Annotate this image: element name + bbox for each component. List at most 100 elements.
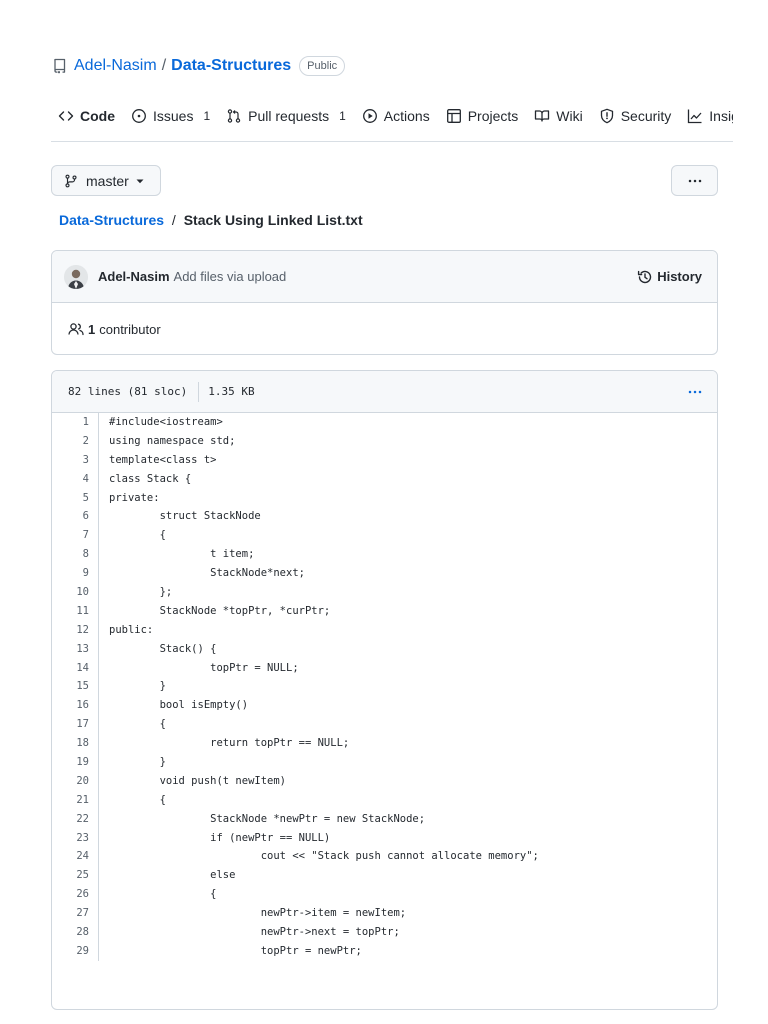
line-number[interactable]: 24	[52, 847, 99, 867]
line-number[interactable]: 21	[52, 790, 99, 810]
file-actions-button[interactable]	[687, 384, 703, 403]
line-number[interactable]: 9	[52, 564, 99, 584]
file-viewer: 82 lines (81 sloc) 1.35 KB 1 #include<ios…	[51, 370, 718, 1010]
user-avatar-icon	[64, 264, 88, 289]
code-line: 27 newPtr->item = newItem;	[52, 904, 717, 924]
commit-author-link[interactable]: Adel-Nasim	[98, 269, 170, 284]
line-number[interactable]: 20	[52, 771, 99, 791]
tab-issues-label: Issues	[153, 108, 194, 124]
tab-wiki[interactable]: Wiki	[526, 100, 590, 132]
line-number[interactable]: 27	[52, 904, 99, 924]
code-line: 29 topPtr = newPtr;	[52, 941, 717, 961]
line-number[interactable]: 25	[52, 866, 99, 886]
line-number[interactable]: 22	[52, 809, 99, 829]
code-line: 16 bool isEmpty()	[52, 696, 717, 716]
line-content: cout << "Stack push cannot allocate memo…	[109, 850, 539, 863]
branch-name: master	[86, 172, 129, 189]
graph-icon	[688, 109, 702, 124]
code-line: 15 }	[52, 677, 717, 697]
commit-message-link[interactable]: Add files via upload	[174, 269, 287, 284]
line-number[interactable]: 8	[52, 545, 99, 565]
line-number[interactable]: 28	[52, 923, 99, 942]
table-icon	[446, 109, 461, 123]
tab-pull-requests[interactable]: Pull requests 1	[218, 100, 354, 132]
repo-icon	[52, 58, 68, 74]
line-number[interactable]: 12	[52, 620, 99, 640]
author-avatar[interactable]	[64, 264, 88, 289]
history-label: History	[657, 269, 702, 284]
more-options-button[interactable]	[671, 165, 718, 196]
line-number[interactable]: 14	[52, 658, 99, 678]
line-content: if (newPtr == NULL)	[109, 831, 331, 844]
tab-actions[interactable]: Actions	[354, 100, 438, 132]
code-line: 13 Stack() {	[52, 639, 717, 659]
line-number[interactable]: 29	[52, 941, 99, 961]
issues-count: 1	[203, 109, 211, 123]
line-content: bool isEmpty()	[109, 699, 249, 712]
tab-wiki-label: Wiki	[556, 108, 583, 124]
breadcrumb-repo-link[interactable]: Data-Structures	[59, 212, 164, 228]
tab-insights-label: Insights	[709, 108, 733, 124]
tab-security-label: Security	[620, 108, 672, 124]
repo-nav: Code Issues 1 Pull requests 1 Actions Pr…	[51, 96, 733, 142]
line-content: StackNode *topPtr, *curPtr;	[109, 604, 331, 617]
line-content: else	[109, 869, 236, 882]
pull-requests-count: 1	[339, 109, 346, 123]
code-line: 28 newPtr->next = topPtr;	[52, 923, 717, 942]
line-number[interactable]: 2	[52, 431, 99, 451]
line-number[interactable]: 11	[52, 601, 99, 621]
branch-selector-button[interactable]: master	[51, 165, 161, 196]
tab-security[interactable]: Security	[591, 100, 680, 132]
tab-code[interactable]: Code	[51, 100, 123, 132]
line-content: #include<iostream>	[109, 416, 223, 428]
code-line: 2 using namespace std;	[52, 431, 717, 451]
line-content: public:	[109, 623, 154, 636]
history-link[interactable]: History	[637, 269, 702, 285]
tab-insights[interactable]: Insights	[679, 100, 733, 132]
line-number[interactable]: 10	[52, 583, 99, 602]
shield-icon	[600, 108, 613, 124]
commit-row: Adel-Nasim Add files via upload History	[52, 251, 717, 303]
breadcrumb: Data-Structures / Stack Using Linked Lis…	[59, 212, 363, 228]
line-number[interactable]: 17	[52, 715, 99, 735]
line-number[interactable]: 13	[52, 639, 99, 659]
line-number[interactable]: 5	[52, 488, 99, 508]
contributors-row[interactable]: 1 contributor	[52, 303, 717, 355]
code-line: 6 struct StackNode	[52, 507, 717, 527]
line-content: }	[109, 756, 166, 769]
code-line: 7 {	[52, 526, 717, 546]
line-number[interactable]: 23	[52, 828, 99, 848]
tab-issues[interactable]: Issues 1	[123, 100, 218, 132]
line-number[interactable]: 1	[52, 413, 99, 432]
line-number[interactable]: 16	[52, 696, 99, 716]
repo-name-link[interactable]: Data-Structures	[171, 57, 291, 75]
tab-projects[interactable]: Projects	[438, 100, 527, 132]
line-content: struct StackNode	[109, 510, 261, 523]
play-icon	[362, 109, 377, 123]
repo-owner-link[interactable]: Adel-Nasim	[74, 57, 157, 75]
history-icon	[638, 270, 652, 283]
line-content: template<class t>	[109, 453, 217, 466]
line-number[interactable]: 6	[52, 507, 99, 527]
line-content: t item;	[109, 548, 255, 561]
line-content: class Stack {	[109, 472, 192, 485]
line-number[interactable]: 26	[52, 885, 99, 905]
code-line: 12 public:	[52, 620, 717, 640]
line-number[interactable]: 19	[52, 753, 99, 772]
code-line: 18 return topPtr == NULL;	[52, 734, 717, 754]
line-content: StackNode *newPtr = new StackNode;	[109, 812, 426, 825]
line-number[interactable]: 4	[52, 469, 99, 489]
line-content: topPtr = NULL;	[109, 661, 299, 674]
repo-header: Adel-Nasim / Data-Structures Public	[52, 55, 346, 77]
line-number[interactable]: 15	[52, 677, 99, 697]
line-content: using namespace std;	[109, 434, 236, 447]
line-content: topPtr = newPtr;	[109, 944, 362, 957]
code-line: 21 {	[52, 790, 717, 810]
line-number[interactable]: 7	[52, 526, 99, 546]
tab-projects-label: Projects	[467, 108, 519, 124]
code-line: 23 if (newPtr == NULL)	[52, 828, 717, 848]
code-line: 19 }	[52, 753, 717, 772]
line-number[interactable]: 3	[52, 450, 99, 470]
line-number[interactable]: 18	[52, 734, 99, 754]
line-content: StackNode*next;	[109, 567, 305, 580]
